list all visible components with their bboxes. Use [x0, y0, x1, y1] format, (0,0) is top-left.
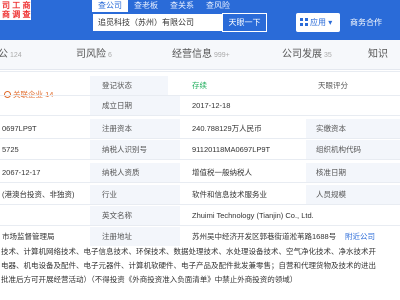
label-rating[interactable]: 天眼评分 [314, 76, 400, 95]
divider [0, 182, 400, 183]
business-scope-text: 技术、计算机网络技术、电子信息技术、环保技术、数据处理技术、水处理设备技术、空气… [0, 245, 400, 287]
left-registry-fragment: 市场监督管理局 [2, 232, 55, 241]
tab-section-0[interactable]: 公 124 [0, 40, 22, 70]
label-english-name: 英文名称 [90, 206, 180, 225]
info-row-taxpayer: 2067-12-17 纳税人资质 增值税一般纳税人 核准日期 [0, 163, 400, 182]
tab-count: 6 [108, 52, 112, 59]
section-tabs: 公 124 司风险 6 经营信息 999+ 公司发展 35 知识 [0, 40, 400, 70]
label-address: 注册地址 [90, 227, 180, 246]
search-type-tabs: 查公司 查老板 查关系 查风险 [92, 0, 236, 12]
label-status: 登记状态 [90, 76, 168, 95]
info-row-status: 登记状态 存续 天眼评分 [0, 76, 400, 95]
tab-label: 公司发展 [282, 49, 322, 60]
label-org-code: 组织机构代码 [306, 140, 400, 159]
divider [0, 225, 400, 226]
scope-line: 批准后方可开展经营活动）（不得投资《外商投资准入负面清单》中禁止外商投资的领域） [1, 275, 298, 284]
grid-icon [300, 18, 308, 26]
brand-line-2: 商 调 查 [2, 10, 31, 19]
tab-count: 999+ [214, 52, 230, 59]
brand-logo[interactable]: 司 工 商 商 调 查 [0, 0, 31, 20]
tab-label: 知识 [368, 49, 388, 60]
info-row-industry: (港澳台投资、非独资) 行业 软件和信息技术服务业 人员规模 [0, 185, 400, 204]
info-row-address: 市场监督管理局 注册地址 苏州吴中经济开发区郭巷街道淞苇路1688号 附近公司 [0, 227, 400, 246]
divider [0, 115, 400, 116]
tab-company[interactable]: 查公司 [92, 0, 128, 12]
tab-relation[interactable]: 查关系 [164, 0, 200, 12]
nearby-companies-link[interactable]: 附近公司 [345, 227, 400, 246]
apps-menu-button[interactable]: 应用 ▾ [296, 13, 340, 32]
left-type-fragment: (港澳台投资、非独资) [2, 190, 75, 199]
label-capital: 注册资本 [90, 119, 180, 138]
value-status: 存续 [192, 81, 207, 90]
search-input[interactable] [92, 13, 222, 32]
tab-count: 35 [324, 52, 332, 59]
info-row-established: 成立日期 2017-12-18 [0, 96, 400, 115]
info-row-capital: 0697LP9T 注册资本 240.788129万人民币 实缴资本 [0, 119, 400, 138]
left-number-fragment: 5725 [2, 145, 19, 154]
info-row-taxid: 5725 纳税人识别号 91120118MA0697LP9T 组织机构代码 [0, 140, 400, 159]
label-taxpayer: 纳税人资质 [90, 163, 180, 182]
value-capital: 240.788129万人民币 [192, 124, 262, 133]
value-taxid: 91120118MA0697LP9T [192, 145, 271, 154]
divider [0, 138, 400, 139]
tab-section-ip[interactable]: 知识 [368, 40, 390, 70]
tab-label: 经营信息 [172, 49, 212, 60]
value-established: 2017-12-18 [192, 101, 231, 110]
tab-label: 公 [0, 49, 8, 60]
info-row-english-name: 英文名称 Zhuimi Technology (Tianjin) Co., Lt… [0, 206, 400, 225]
label-approval-date: 核准日期 [306, 163, 400, 182]
search-button[interactable]: 天眼一下 [222, 13, 267, 32]
divider [0, 71, 400, 72]
top-navigation-bar: 司 工 商 商 调 查 查公司 查老板 查关系 查风险 天眼一下 应用 ▾ 商务… [0, 0, 400, 40]
scope-line: 电器、机电设备及配件、电子元器件、计算机软硬件、电子产品及配件批发兼零售；自营和… [1, 261, 376, 270]
label-taxid: 纳税人识别号 [90, 140, 180, 159]
tab-label: 司风险 [76, 49, 106, 60]
left-date-fragment: 2067-12-17 [2, 168, 41, 177]
left-code-fragment: 0697LP9T [2, 124, 37, 133]
value-industry: 软件和信息技术服务业 [192, 190, 267, 199]
tab-boss[interactable]: 查老板 [128, 0, 164, 12]
value-english-name: Zhuimi Technology (Tianjin) Co., Ltd. [192, 211, 314, 220]
apps-label: 应用 [310, 18, 326, 27]
tab-count: 124 [10, 52, 22, 59]
label-industry: 行业 [90, 185, 180, 204]
value-taxpayer: 增值税一般纳税人 [192, 168, 252, 177]
chevron-down-icon: ▾ [328, 18, 333, 27]
tab-section-risk[interactable]: 司风险 6 [76, 40, 112, 70]
scope-line: 技术、计算机网络技术、电子信息技术、环保技术、数据处理技术、水处理设备技术、空气… [1, 247, 376, 256]
business-cooperation-link[interactable]: 商务合作 [350, 13, 382, 32]
tab-risk[interactable]: 查风险 [200, 0, 236, 12]
tab-section-development[interactable]: 公司发展 35 [282, 40, 332, 70]
value-address: 苏州吴中经济开发区郭巷街道淞苇路1688号 [192, 232, 337, 241]
label-staff-size: 人员规模 [306, 185, 400, 204]
tab-section-operation[interactable]: 经营信息 999+ [172, 40, 230, 70]
divider [0, 159, 400, 160]
label-established: 成立日期 [90, 96, 180, 115]
brand-line-1: 司 工 商 [2, 1, 31, 10]
label-paid-capital: 实缴资本 [306, 119, 400, 138]
divider [0, 204, 400, 205]
